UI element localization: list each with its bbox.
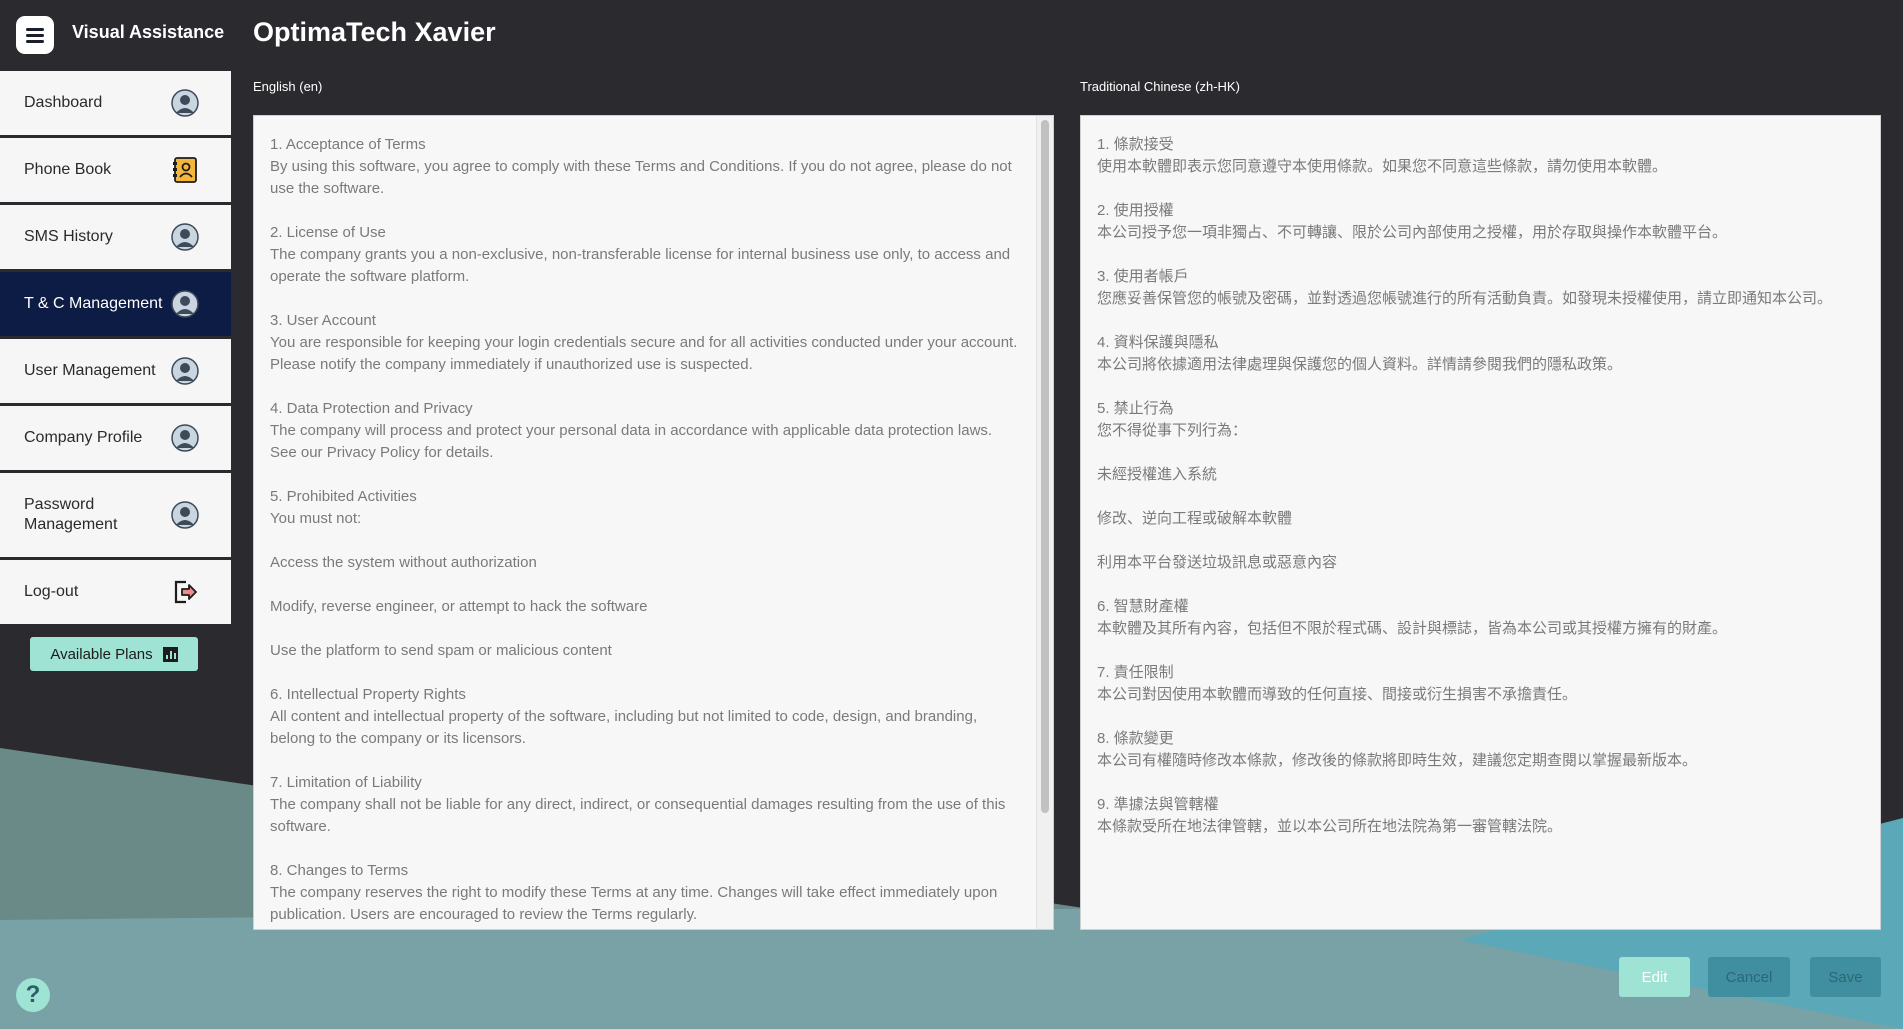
chinese-panel-label: Traditional Chinese (zh-HK) (1080, 79, 1240, 94)
terms-paragraph: 利用本平台發送垃圾訊息或惡意內容 (1097, 554, 1338, 571)
terms-paragraph: 9. 準據法與管轄權 本條款受所在地法律管轄，並以本公司所在地法院為第一審管轄法… (1097, 796, 1563, 835)
edit-button[interactable]: Edit (1619, 957, 1690, 997)
sidebar-item-log-out[interactable]: Log-out (0, 560, 231, 627)
contact-book-icon (173, 157, 197, 183)
user-avatar-icon (171, 290, 199, 318)
chinese-terms-content: 1. 條款接受 使用本軟體即表示您同意遵守本使用條款。如果您不同意這些條款，請勿… (1081, 116, 1880, 929)
chinese-terms-textarea[interactable]: 1. 條款接受 使用本軟體即表示您同意遵守本使用條款。如果您不同意這些條款，請勿… (1080, 115, 1881, 930)
terms-paragraph: 3. 使用者帳戶 您應妥善保管您的帳號及密碼，並對透過您帳號進行的所有活動負責。… (1097, 268, 1833, 307)
terms-paragraph: 2. License of Use The company grants you… (270, 224, 1011, 285)
terms-paragraph: Modify, reverse engineer, or attempt to … (270, 598, 648, 615)
user-avatar-icon (171, 223, 199, 251)
sidebar-item-label: Company Profile (24, 429, 143, 446)
sidebar-item-label: Password Management (24, 496, 118, 533)
terms-paragraph: 7. 責任限制 本公司對因使用本軟體而導致的任何直接、間接或衍生損害不承擔責任。 (1097, 664, 1578, 703)
sidebar-item-user-management[interactable]: User Management (0, 339, 231, 406)
terms-paragraph: 4. 資料保護與隱私 本公司將依據適用法律處理與保護您的個人資料。詳情請參閱我們… (1097, 334, 1623, 373)
cancel-button[interactable]: Cancel (1708, 957, 1790, 997)
english-scroll-thumb[interactable] (1041, 120, 1049, 813)
terms-paragraph: 5. 禁止行為 您不得從事下列行為： (1097, 400, 1248, 439)
terms-paragraph: 1. 條款接受 使用本軟體即表示您同意遵守本使用條款。如果您不同意這些條款，請勿… (1097, 136, 1668, 175)
sidebar-item-tc-management[interactable]: T & C Management (0, 272, 231, 339)
sidebar-item-label: User Management (24, 362, 156, 379)
sidebar-nav: Dashboard Phone Book SMS History T & C M… (0, 71, 231, 627)
available-plans-button[interactable]: Available Plans (30, 637, 198, 671)
terms-paragraph: 5. Prohibited Activities You must not: (270, 488, 417, 527)
menu-toggle-button[interactable] (16, 16, 54, 54)
terms-paragraph: Use the platform to send spam or malicio… (270, 642, 612, 659)
terms-paragraph: 1. Acceptance of Terms By using this sof… (270, 136, 1012, 197)
terms-paragraph: 2. 使用授權 本公司授予您一項非獨占、不可轉讓、限於公司內部使用之授權，用於存… (1097, 202, 1728, 241)
sidebar-item-label: T & C Management (24, 295, 163, 312)
terms-paragraph: Access the system without authorization (270, 554, 537, 571)
chart-icon (162, 646, 178, 662)
terms-paragraph: 6. Intellectual Property Rights All cont… (270, 686, 978, 747)
logout-icon (174, 580, 197, 604)
help-icon[interactable]: ? (16, 978, 50, 1012)
sidebar-item-dashboard[interactable]: Dashboard (0, 71, 231, 138)
user-avatar-icon (171, 424, 199, 452)
english-terms-content: 1. Acceptance of Terms By using this sof… (254, 116, 1037, 929)
terms-paragraph: 修改、逆向工程或破解本軟體 (1097, 510, 1293, 527)
terms-paragraph: 7. Limitation of Liability The company s… (270, 774, 1006, 835)
terms-paragraph: 6. 智慧財產權 本軟體及其所有內容，包括但不限於程式碼、設計與標誌，皆為本公司… (1097, 598, 1728, 637)
page-title: OptimaTech Xavier (253, 17, 496, 47)
available-plans-label: Available Plans (50, 645, 153, 663)
sidebar-item-label: Log-out (24, 583, 79, 600)
terms-paragraph: 4. Data Protection and Privacy The compa… (270, 400, 993, 461)
terms-paragraph: 8. Changes to Terms The company reserves… (270, 862, 998, 923)
sidebar-item-password-management[interactable]: Password Management (0, 473, 231, 560)
english-terms-textarea[interactable]: 1. Acceptance of Terms By using this sof… (253, 115, 1054, 930)
user-avatar-icon (171, 357, 199, 385)
terms-paragraph: 未經授權進入系統 (1097, 466, 1218, 483)
sidebar-item-label: Dashboard (24, 94, 103, 111)
hamburger-icon (26, 28, 44, 43)
sidebar-item-company-profile[interactable]: Company Profile (0, 406, 231, 473)
terms-paragraph: 8. 條款變更 本公司有權隨時修改本條款，修改後的條款將即時生效，建議您定期查閱… (1097, 730, 1698, 769)
english-scrollbar[interactable] (1036, 116, 1053, 929)
user-avatar-icon (171, 89, 199, 117)
user-avatar-icon (171, 501, 199, 529)
english-panel-label: English (en) (253, 79, 323, 94)
sidebar-item-phone-book[interactable]: Phone Book (0, 138, 231, 205)
app-brand: Visual Assistance (72, 22, 225, 42)
sidebar-item-label: SMS History (24, 228, 113, 245)
sidebar-item-label: Phone Book (24, 161, 112, 178)
terms-paragraph: 3. User Account You are responsible for … (270, 312, 1018, 373)
sidebar-item-sms-history[interactable]: SMS History (0, 205, 231, 272)
save-button[interactable]: Save (1810, 957, 1881, 997)
